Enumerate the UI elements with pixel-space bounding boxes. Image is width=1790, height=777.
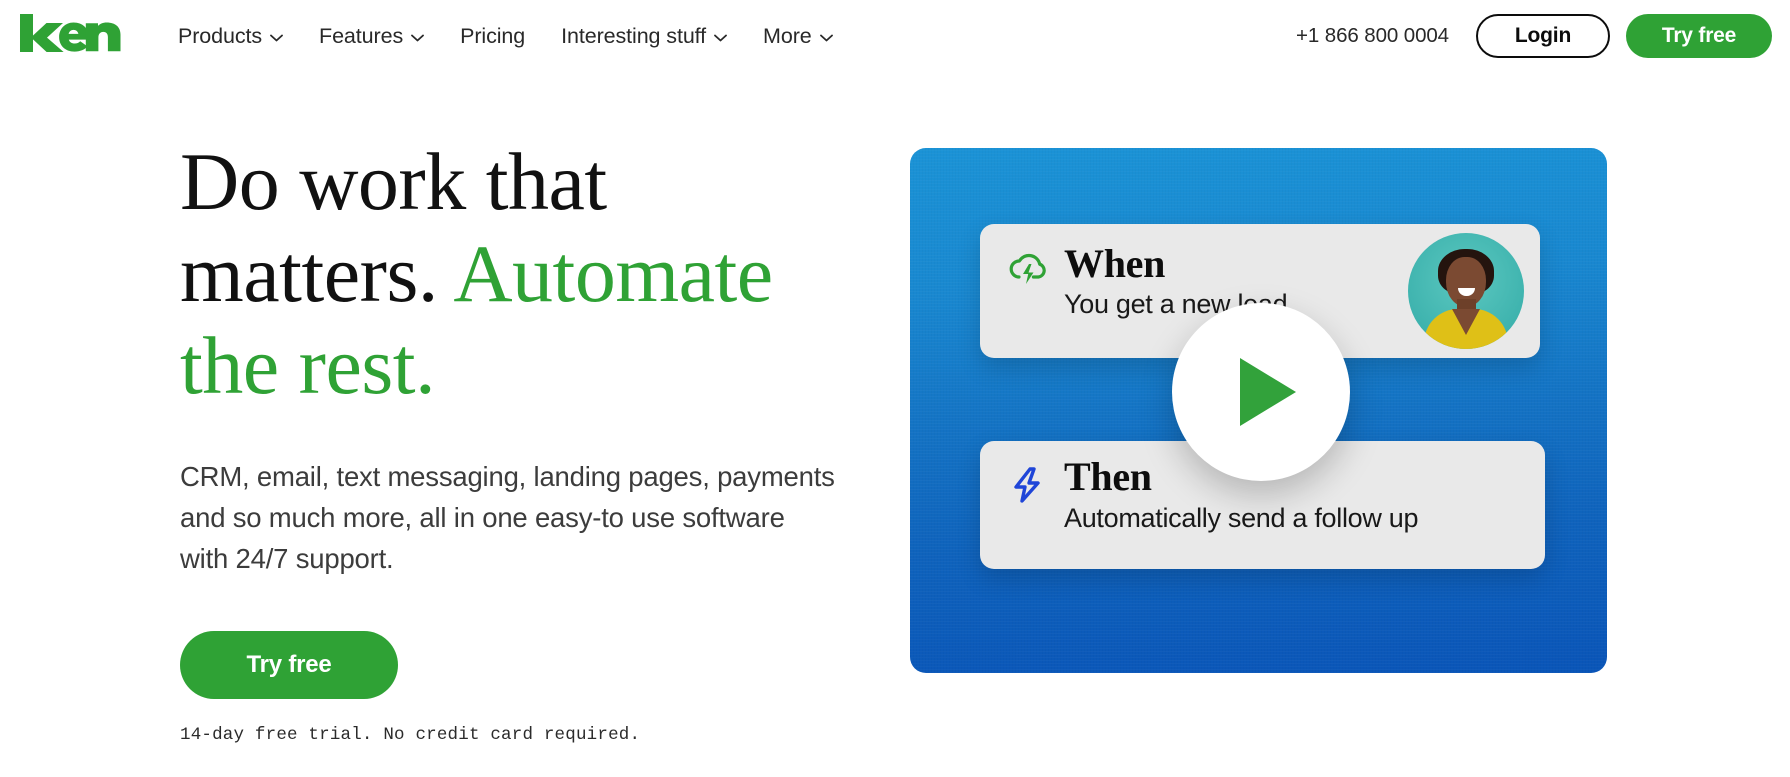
login-button[interactable]: Login [1476, 14, 1610, 58]
nav-item-pricing[interactable]: Pricing [442, 24, 543, 49]
avatar [1408, 233, 1524, 349]
site-header: keap Products Features Pricing Interesti… [0, 0, 1790, 72]
keap-logo[interactable]: keap [18, 9, 122, 55]
nav-item-label: Products [178, 23, 263, 48]
page-title: Do work that matters. Automate the rest. [180, 136, 860, 412]
nav-item-more[interactable]: More [745, 24, 851, 49]
nav-item-label: More [763, 23, 812, 48]
header-actions: +1 866 800 0004 Login Try free [1296, 0, 1772, 72]
nav-item-label: Interesting stuff [561, 23, 707, 48]
chevron-down-icon [819, 34, 833, 42]
card-title: When [1064, 241, 1166, 286]
chevron-down-icon [270, 34, 283, 42]
hero-try-free-button[interactable]: Try free [180, 631, 398, 699]
play-icon [1240, 358, 1296, 426]
headline-line-2-plain: matters. [180, 228, 454, 319]
headline-line-2-accent: Automate [453, 228, 773, 319]
chevron-down-icon [714, 34, 727, 42]
cloud-lightning-icon [1006, 246, 1050, 290]
nav-item-label: Pricing [460, 23, 526, 48]
lightning-bolt-icon [1006, 463, 1050, 507]
phone-number[interactable]: +1 866 800 0004 [1296, 24, 1449, 48]
hero-video-card[interactable]: When You get a new lead Then Automatical… [910, 148, 1607, 673]
nav-item-interesting-stuff[interactable]: Interesting stuff [543, 24, 745, 49]
card-title: Then [1064, 454, 1152, 499]
nav-item-features[interactable]: Features [301, 24, 442, 49]
nav-item-label: Features [319, 23, 404, 48]
nav-item-products[interactable]: Products [178, 24, 301, 49]
card-accent-edge [1532, 228, 1548, 354]
hero-copy: Do work that matters. Automate the rest.… [180, 136, 860, 745]
play-button[interactable] [1172, 303, 1350, 481]
trial-note: 14-day free trial. No credit card requir… [180, 725, 641, 745]
primary-nav: Products Features Pricing Interesting st… [178, 0, 851, 72]
hero-subcopy: CRM, email, text messaging, landing page… [180, 461, 835, 574]
chevron-down-icon [411, 34, 424, 42]
card-accent-edge [1537, 445, 1553, 565]
headline-line-3-accent: the rest. [180, 320, 436, 411]
card-subtitle: Automatically send a follow up [1064, 503, 1419, 533]
header-try-free-button[interactable]: Try free [1626, 14, 1772, 58]
headline-line-1: Do work that [180, 136, 607, 227]
